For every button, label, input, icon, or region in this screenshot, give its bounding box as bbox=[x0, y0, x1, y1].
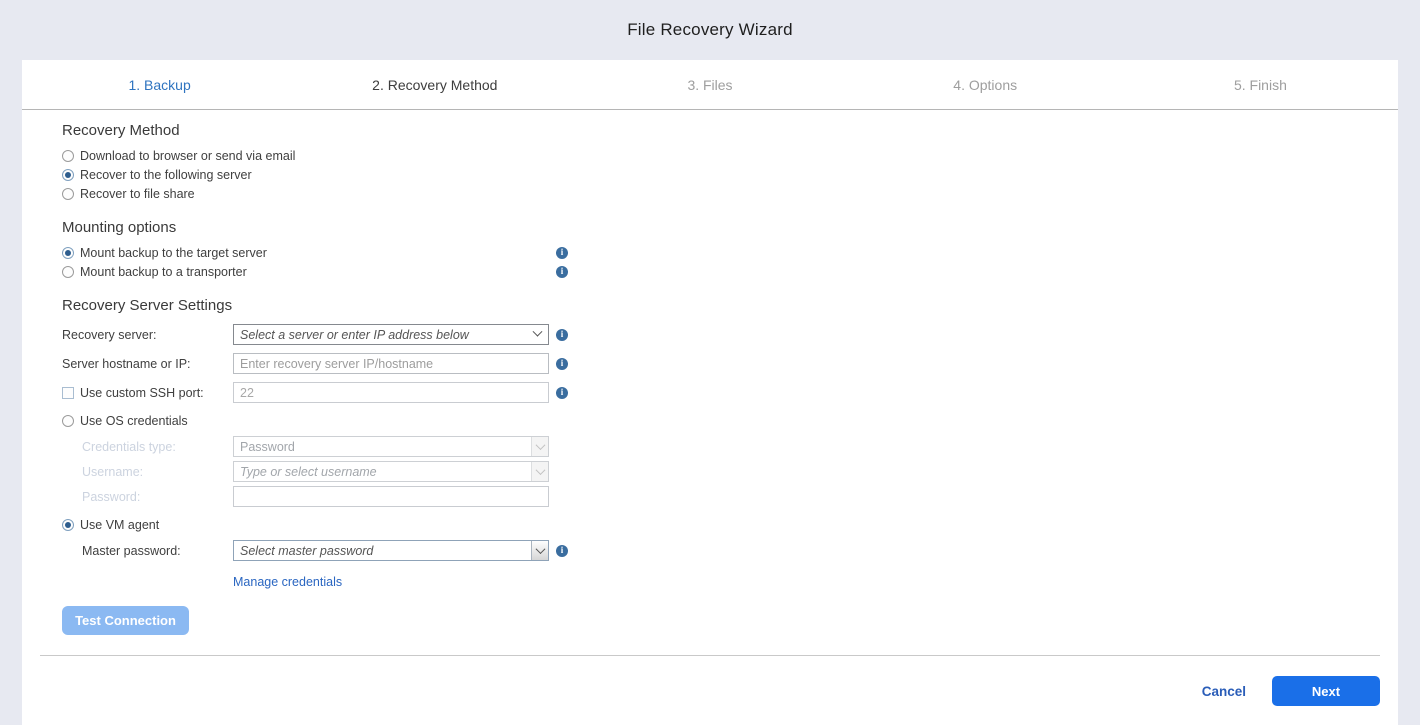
manage-credentials-link[interactable]: Manage credentials bbox=[233, 575, 342, 589]
info-icon[interactable] bbox=[556, 545, 568, 557]
recovery-server-select[interactable]: Select a server or enter IP address belo… bbox=[233, 324, 549, 345]
info-icon[interactable] bbox=[556, 329, 568, 341]
dropdown-trigger bbox=[531, 541, 548, 560]
cancel-button[interactable]: Cancel bbox=[1202, 684, 1246, 699]
hostname-label: Server hostname or IP: bbox=[62, 357, 233, 371]
recovery-server-value: Select a server or enter IP address belo… bbox=[240, 328, 531, 342]
radio-label: Recover to file share bbox=[80, 187, 195, 201]
wizard-footer: Cancel Next bbox=[1202, 676, 1380, 706]
info-icon[interactable] bbox=[556, 266, 568, 278]
radio-recover-to-file-share[interactable]: Recover to file share bbox=[62, 184, 1358, 203]
radio-selected-icon[interactable] bbox=[62, 247, 74, 259]
radio-mount-target-server-row: Mount backup to the target server bbox=[62, 243, 568, 262]
username-placeholder: Type or select username bbox=[240, 465, 531, 479]
password-row: Password: bbox=[62, 486, 1358, 507]
test-connection-button[interactable]: Test Connection bbox=[62, 606, 189, 635]
dropdown-trigger bbox=[531, 437, 548, 456]
checkbox-icon bbox=[62, 387, 74, 399]
wizard-card: 1. Backup 2. Recovery Method 3. Files 4.… bbox=[22, 60, 1398, 725]
password-label: Password: bbox=[62, 490, 233, 504]
radio-mount-transporter-row: Mount backup to a transporter bbox=[62, 262, 568, 281]
radio-label[interactable]: Mount backup to a transporter bbox=[80, 265, 247, 279]
step-recovery-method: 2. Recovery Method bbox=[297, 60, 572, 109]
chevron-down-icon bbox=[533, 327, 543, 337]
step-files: 3. Files bbox=[572, 60, 847, 109]
chevron-down-icon bbox=[535, 440, 545, 450]
mounting-options-heading: Mounting options bbox=[62, 219, 1358, 236]
info-icon[interactable] bbox=[556, 387, 568, 399]
next-button[interactable]: Next bbox=[1272, 676, 1380, 706]
radio-recover-to-server[interactable]: Recover to the following server bbox=[62, 165, 1358, 184]
radio-icon[interactable] bbox=[62, 266, 74, 278]
master-password-select[interactable]: Select master password bbox=[233, 540, 549, 561]
radio-label: Use VM agent bbox=[80, 518, 159, 532]
radio-use-os-credentials[interactable]: Use OS credentials bbox=[62, 411, 1358, 430]
ssh-port-input bbox=[233, 382, 549, 403]
hostname-row: Server hostname or IP: bbox=[62, 353, 1358, 374]
file-recovery-wizard-window: File Recovery Wizard 1. Backup 2. Recove… bbox=[0, 0, 1420, 725]
footer-divider bbox=[40, 655, 1380, 656]
radio-use-vm-agent[interactable]: Use VM agent bbox=[62, 515, 1358, 534]
dropdown-trigger bbox=[531, 462, 548, 481]
step-options: 4. Options bbox=[848, 60, 1123, 109]
radio-selected-icon bbox=[62, 169, 74, 181]
username-select: Type or select username bbox=[233, 461, 549, 482]
radio-icon bbox=[62, 188, 74, 200]
radio-download-to-browser[interactable]: Download to browser or send via email bbox=[62, 146, 1358, 165]
recovery-server-row: Recovery server: Select a server or ente… bbox=[62, 324, 1358, 345]
master-password-row: Master password: Select master password bbox=[62, 540, 1358, 561]
credentials-type-value: Password bbox=[240, 440, 531, 454]
server-settings-heading: Recovery Server Settings bbox=[62, 297, 1358, 314]
master-password-label: Master password: bbox=[62, 544, 233, 558]
credentials-type-select: Password bbox=[233, 436, 549, 457]
wizard-content: Recovery Method Download to browser or s… bbox=[22, 110, 1398, 635]
step-backup[interactable]: 1. Backup bbox=[22, 60, 297, 109]
wizard-titlebar: File Recovery Wizard bbox=[0, 0, 1420, 60]
radio-label[interactable]: Mount backup to the target server bbox=[80, 246, 267, 260]
radio-label: Use OS credentials bbox=[80, 414, 188, 428]
radio-icon bbox=[62, 150, 74, 162]
radio-label: Download to browser or send via email bbox=[80, 149, 295, 163]
recovery-method-group: Recovery Method Download to browser or s… bbox=[62, 122, 1358, 203]
chevron-down-icon bbox=[535, 465, 545, 475]
recovery-method-heading: Recovery Method bbox=[62, 122, 1358, 139]
master-password-value: Select master password bbox=[240, 544, 531, 558]
recovery-server-label: Recovery server: bbox=[62, 328, 233, 342]
page-title: File Recovery Wizard bbox=[627, 20, 793, 40]
info-icon[interactable] bbox=[556, 247, 568, 259]
ssh-port-row: Use custom SSH port: bbox=[62, 382, 1358, 403]
chevron-down-icon bbox=[535, 544, 545, 554]
credentials-type-row: Credentials type: Password bbox=[62, 436, 1358, 457]
radio-icon bbox=[62, 415, 74, 427]
ssh-port-checkbox[interactable]: Use custom SSH port: bbox=[62, 386, 233, 400]
hostname-input[interactable] bbox=[233, 353, 549, 374]
username-label: Username: bbox=[62, 465, 233, 479]
password-input bbox=[233, 486, 549, 507]
step-finish: 5. Finish bbox=[1123, 60, 1398, 109]
manage-credentials-row: Manage credentials bbox=[233, 573, 1358, 591]
credentials-type-label: Credentials type: bbox=[62, 440, 233, 454]
info-icon[interactable] bbox=[556, 358, 568, 370]
checkbox-label: Use custom SSH port: bbox=[80, 386, 204, 400]
radio-selected-icon bbox=[62, 519, 74, 531]
mounting-options-group: Mounting options Mount backup to the tar… bbox=[62, 219, 1358, 281]
username-row: Username: Type or select username bbox=[62, 461, 1358, 482]
wizard-steps: 1. Backup 2. Recovery Method 3. Files 4.… bbox=[22, 60, 1398, 110]
radio-label: Recover to the following server bbox=[80, 168, 252, 182]
